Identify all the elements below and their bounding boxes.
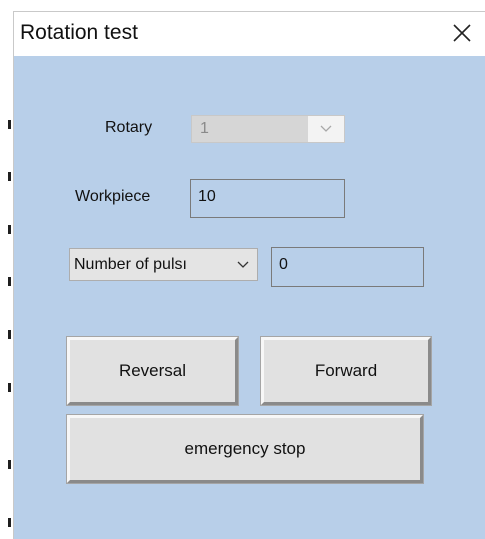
dialog-title: Rotation test	[20, 21, 138, 44]
background-window-fragment	[8, 120, 11, 129]
workpiece-label: Workpiece	[75, 188, 151, 205]
emergency-stop-button[interactable]: emergency stop	[67, 415, 423, 483]
close-button[interactable]	[439, 12, 485, 56]
background-window-fragment	[8, 172, 11, 181]
background-window-fragment	[8, 383, 11, 392]
reversal-button[interactable]: Reversal	[67, 337, 238, 405]
rotary-label: Rotary	[105, 119, 153, 136]
pulse-mode-select[interactable]: Number of pulsı	[69, 248, 258, 281]
close-icon	[453, 24, 471, 42]
pulse-count-input[interactable]: 0	[271, 247, 424, 287]
background-window-edge	[0, 0, 14, 539]
forward-button[interactable]: Forward	[261, 337, 431, 405]
background-window-fragment	[8, 277, 11, 286]
rotation-test-dialog: Rotation test Rotary 1 Workpiece 10 Numb…	[14, 12, 485, 539]
background-window-fragment	[8, 460, 11, 469]
rotary-select: 1	[191, 115, 345, 143]
background-window-fragment	[8, 518, 11, 527]
rotary-select-value: 1	[200, 120, 209, 137]
background-window-fragment	[8, 330, 11, 339]
pulse-mode-select-value: Number of pulsı	[74, 256, 187, 273]
chevron-down-icon	[237, 261, 249, 268]
dialog-client-area: Rotary 1 Workpiece 10 Number of pulsı 0 …	[14, 56, 485, 539]
chevron-down-icon	[320, 125, 332, 132]
title-bar[interactable]: Rotation test	[14, 12, 485, 56]
background-window-fragment	[8, 225, 11, 234]
workpiece-input-value: 10	[198, 188, 216, 205]
workpiece-input[interactable]: 10	[190, 179, 345, 218]
rotary-dropdown-arrow	[308, 116, 344, 142]
pulse-count-input-value: 0	[279, 256, 288, 273]
